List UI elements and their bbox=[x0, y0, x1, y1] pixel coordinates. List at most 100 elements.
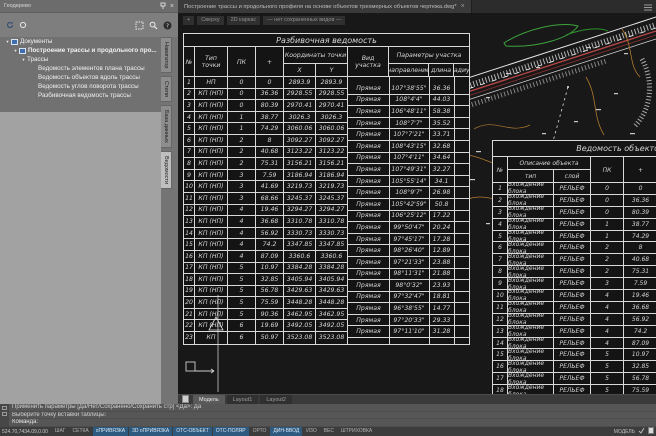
table-row: 2 Вхождение блока РЕЛЬЕФ 0 36.36 bbox=[493, 195, 656, 207]
breakdown-table: Разбивочная ведомость № Тип точки ПК + К… bbox=[183, 33, 470, 345]
segment-row: Прямая 108°7'7" 35.52 bbox=[348, 118, 469, 130]
panel-toolbar: ? bbox=[0, 13, 178, 37]
table-row: 13 Вхождение блока РЕЛЬЕФ 4 74.2 bbox=[493, 326, 656, 338]
col-plus: + bbox=[624, 157, 656, 183]
segment-row: Прямая 108°4'4" 44.03 bbox=[348, 95, 469, 107]
table-row: 4 КП (НП) 1 38.77 3026.3 3026.3 bbox=[184, 112, 348, 124]
segment-row: Прямая 106°48'11" 58.38 bbox=[348, 106, 469, 118]
point-rows: 1 НП 0 0 2893.9 2893.9 2 КП (НП) 0 36.36… bbox=[184, 77, 348, 344]
col-section-view: Вид участка bbox=[348, 47, 389, 77]
table-row: 5 КП (НП) 1 74.29 3060.06 3060.06 bbox=[184, 123, 348, 135]
layout-tab[interactable]: Модель bbox=[193, 395, 225, 405]
viewport-control-button[interactable]: Сверху bbox=[197, 16, 223, 25]
col-coords-group: Координаты точки bbox=[284, 47, 348, 64]
status-toggle[interactable]: оПРИВЯЗКА bbox=[93, 427, 128, 436]
col-x: X bbox=[284, 64, 316, 77]
tree-item[interactable]: Ведомость элементов плана трассы bbox=[0, 64, 161, 73]
switch-space-icon[interactable] bbox=[638, 427, 645, 436]
help-icon[interactable]: ? bbox=[163, 21, 172, 30]
col-radius: радиус bbox=[454, 64, 469, 77]
expander-icon[interactable]: ▾ bbox=[4, 39, 11, 45]
status-toggle[interactable]: ВЕС bbox=[321, 427, 337, 436]
sync-icon[interactable] bbox=[19, 21, 27, 29]
tree-item-project[interactable]: ▾ Построение трассы и продольного про... bbox=[0, 46, 161, 55]
segment-row: Прямая 97°45'17" 17.28 bbox=[348, 234, 469, 246]
table-row: 11 КП (НП) 3 68.66 3245.37 3245.37 bbox=[184, 193, 348, 205]
expander-icon[interactable]: ▾ bbox=[20, 57, 27, 63]
status-toggle[interactable]: ДИН-ВВОД bbox=[270, 427, 302, 436]
panel-tab[interactable]: База данных bbox=[161, 105, 172, 148]
col-type: тип bbox=[508, 170, 554, 183]
viewport-control-button[interactable]: 2D каркас bbox=[227, 16, 261, 25]
expander-icon[interactable]: ▾ bbox=[12, 48, 19, 54]
ucs-icon bbox=[186, 362, 214, 373]
segment-row: Прямая 108°9'7" 26.98 bbox=[348, 187, 469, 199]
table-row: 7 КП (НП) 2 40.68 3123.22 3123.22 bbox=[184, 147, 348, 159]
tree-item[interactable]: Ведомость объектов вдоль трассы bbox=[0, 73, 161, 82]
table-row: 21 КП (НП) 5 90.36 3462.95 3462.95 bbox=[184, 309, 348, 321]
segment-row: Прямая 98°0'32" 23.93 bbox=[348, 280, 469, 292]
geo-tree-panel: Геодерево × ? ▾ Документы ▾ Построение т… bbox=[0, 0, 178, 404]
close-icon[interactable]: × bbox=[170, 3, 174, 10]
tab-close-icon[interactable]: × bbox=[461, 3, 465, 10]
segment-row: Прямая 97°21'33" 23.88 bbox=[348, 257, 469, 269]
col-y: Y bbox=[316, 64, 348, 77]
table-row: 15 Вхождение блока РЕЛЬЕФ 5 10.97 bbox=[493, 349, 656, 361]
layout-tab[interactable]: Layout1 bbox=[227, 395, 259, 405]
status-toggle[interactable]: ШТРИХОВКА bbox=[338, 427, 375, 436]
document-tree: ▾ Документы ▾ Построение трассы и продол… bbox=[0, 37, 161, 112]
document-tab[interactable]: Построение трассы и продольного профиля … bbox=[178, 0, 472, 13]
select-area-icon[interactable] bbox=[135, 21, 144, 30]
tree-item[interactable]: Разбивочная ведомость трассы bbox=[0, 91, 161, 100]
col-direction: направление bbox=[389, 64, 429, 77]
status-toggle[interactable]: ИЗО bbox=[303, 427, 319, 436]
table-row: 23 КП 6 50.97 3523.08 3523.08 bbox=[184, 332, 348, 344]
status-toggle[interactable]: ОРТО bbox=[250, 427, 270, 436]
tree-item-trassy[interactable]: ▾ Трассы bbox=[0, 55, 161, 64]
viewport-control-button[interactable]: — нет сохраненных видов — bbox=[263, 16, 345, 25]
status-toggles: ШАГ СЕТКА оПРИВЯЗКА 3D оПРИВЯЗКА ОТС-ОБЪ… bbox=[52, 427, 375, 436]
segment-row: Прямая 97°32'47" 18.81 bbox=[348, 292, 469, 304]
table-row: 10 КП (НП) 3 41.69 3219.73 3219.73 bbox=[184, 181, 348, 193]
panel-tab[interactable]: Стили bbox=[161, 76, 172, 102]
pin-icon[interactable] bbox=[160, 2, 166, 11]
command-line-panel: Применить параметры [Да/Нет/Сохранено/Со… bbox=[0, 404, 656, 427]
status-toggle[interactable]: ШАГ bbox=[52, 427, 69, 436]
panel-header: Геодерево × bbox=[0, 0, 178, 13]
table-row: 3 КП (НП) 0 80.39 2970.41 2970.41 bbox=[184, 100, 348, 112]
viewport-control-button[interactable]: + bbox=[183, 16, 194, 25]
table-row: 1 Вхождение блока РЕЛЬЕФ 0 0 bbox=[493, 183, 656, 195]
panel-title: Геодерево bbox=[4, 3, 31, 9]
refresh-icon[interactable] bbox=[6, 21, 14, 29]
status-toggle[interactable]: ОТС-ОБЪЕКТ bbox=[173, 427, 211, 436]
layout-tabs: Модель Layout1 Layout2 bbox=[193, 395, 292, 405]
table-row: 2 КП (НП) 0 36.36 2928.55 2928.55 bbox=[184, 89, 348, 101]
segment-row: Прямая 107°38'55" 36.36 bbox=[348, 83, 469, 95]
cursor-coordinates: 524.70,7434.09,0.00 bbox=[2, 429, 48, 435]
space-label[interactable]: МОДЕЛЬ bbox=[614, 429, 635, 435]
table-header: № Тип точки ПК + Координаты точки X Y Ви… bbox=[184, 47, 469, 77]
tree-item[interactable]: Ведомость углов поворота трассы bbox=[0, 82, 161, 91]
panel-tab[interactable]: Навигатор bbox=[161, 37, 172, 73]
zoom-icon[interactable] bbox=[149, 21, 158, 30]
tree-item-documents[interactable]: ▾ Документы bbox=[0, 37, 161, 46]
segment-row: Прямая 107°4'11" 34.64 bbox=[348, 153, 469, 165]
table-row: 12 Вхождение блока РЕЛЬЕФ 4 56.92 bbox=[493, 314, 656, 326]
segment-row: Прямая 105°55'14" 34.1 bbox=[348, 176, 469, 188]
col-point-type: Тип точки bbox=[195, 47, 228, 77]
segment-row: Прямая 106°25'12" 17.22 bbox=[348, 211, 469, 223]
segment-rows: Прямая 107°38'55" 36.36 Прямая 108°4'4" … bbox=[348, 77, 469, 344]
layout-tab[interactable]: Layout2 bbox=[260, 395, 292, 405]
panel-tab[interactable]: Ведомости bbox=[161, 151, 172, 189]
status-toggle[interactable]: 3D оПРИВЯЗКА bbox=[129, 427, 172, 436]
command-input[interactable]: Команда: bbox=[9, 419, 656, 427]
table-row: 6 КП (НП) 2 8 3092.27 3092.27 bbox=[184, 135, 348, 147]
table-row: 16 Вхождение блока РЕЛЬЕФ 5 32.85 bbox=[493, 361, 656, 373]
segment-row: Прямая 97°11'10" 31.28 bbox=[348, 326, 469, 338]
command-history-line: Выберите точку вставки таблицы: bbox=[9, 412, 656, 420]
status-toggle[interactable]: ОТС-ПОЛЯР bbox=[213, 427, 249, 436]
table-row: 7 Вхождение блока РЕЛЬЕФ 2 40.68 bbox=[493, 254, 656, 266]
status-toggle[interactable]: СЕТКА bbox=[70, 427, 92, 436]
table-row: 15 КП (НП) 4 74.2 3347.85 3347.85 bbox=[184, 239, 348, 251]
paper-icon[interactable] bbox=[648, 427, 654, 436]
